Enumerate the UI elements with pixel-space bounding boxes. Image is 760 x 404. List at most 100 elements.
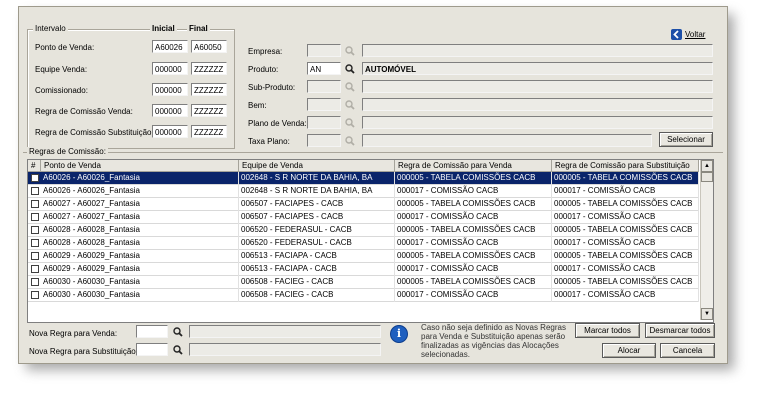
taxa-plano-search-icon[interactable] xyxy=(345,136,355,146)
cell-equipe-venda: 002648 - S R NORTE DA BAHIA, BA xyxy=(239,185,395,198)
bem-desc-field xyxy=(362,98,713,111)
col-inicial-header: Inicial xyxy=(150,24,177,34)
nova-regra-subst-search-icon[interactable] xyxy=(173,345,183,355)
comissionado-final[interactable]: ZZZZZZ xyxy=(191,83,227,96)
row-checkbox[interactable] xyxy=(31,200,39,208)
col-header-regra-subst[interactable]: Regra de Comissão para Substituição xyxy=(552,160,699,172)
nova-regra-subst-code[interactable] xyxy=(136,343,168,356)
nova-regra-venda-search-icon[interactable] xyxy=(173,327,183,337)
col-header-regra-venda[interactable]: Regra de Comissão para Venda xyxy=(395,160,552,172)
regra-subst-inicial[interactable]: 000000 xyxy=(152,125,188,138)
nova-regra-venda-code[interactable] xyxy=(136,325,168,338)
table-row[interactable]: A60030 - A60030_Fantasia 006508 - FACIEG… xyxy=(28,289,699,302)
plano-venda-search-icon[interactable] xyxy=(345,118,355,128)
marcar-todos-button[interactable]: Marcar todos xyxy=(575,323,640,338)
row-checkbox[interactable] xyxy=(31,174,39,182)
cell-regra-subst: 000017 - COMISSÃO CACB xyxy=(552,211,699,224)
ponto-venda-inicial[interactable]: A60026 xyxy=(152,40,188,53)
back-arrow-icon[interactable] xyxy=(671,29,682,40)
table-row[interactable]: A60029 - A60029_Fantasia 006513 - FACIAP… xyxy=(28,263,699,276)
alocar-button[interactable]: Alocar xyxy=(602,343,656,358)
voltar-link[interactable]: Voltar xyxy=(685,30,705,40)
scroll-down-icon[interactable]: ▼ xyxy=(701,308,713,320)
col-final-header: Final xyxy=(187,24,210,34)
cell-equipe-venda: 006520 - FEDERASUL - CACB xyxy=(239,237,395,250)
cell-equipe-venda: 006508 - FACIEG - CACB xyxy=(239,276,395,289)
col-header-hash: # xyxy=(28,160,41,172)
cell-equipe-venda: 006507 - FACIAPES - CACB xyxy=(239,198,395,211)
regras-title: Regras de Comissão: xyxy=(27,147,108,157)
subproduto-label: Sub-Produto: xyxy=(248,83,296,92)
ponto-venda-final[interactable]: A60050 xyxy=(191,40,227,53)
row-checkbox[interactable] xyxy=(31,226,39,234)
bem-code-field[interactable] xyxy=(307,98,341,111)
cell-equipe-venda: 006508 - FACIEG - CACB xyxy=(239,289,395,302)
empresa-search-icon[interactable] xyxy=(345,46,355,56)
regras-grid: # Ponto de Venda Equipe de Venda Regra d… xyxy=(27,159,714,323)
cell-regra-subst: 000005 - TABELA COMISSÕES CACB xyxy=(552,198,699,211)
table-row[interactable]: A60026 - A60026_Fantasia 002648 - S R NO… xyxy=(28,172,699,185)
produto-search-icon[interactable] xyxy=(345,64,355,74)
col-header-equipe-venda[interactable]: Equipe de Venda xyxy=(239,160,395,172)
regra-venda-inicial[interactable]: 000000 xyxy=(152,104,188,117)
nova-regra-venda-desc xyxy=(189,325,381,338)
cell-regra-venda: 000017 - COMISSÃO CACB xyxy=(395,289,552,302)
cell-regra-venda: 000017 - COMISSÃO CACB xyxy=(395,263,552,276)
table-row[interactable]: A60026 - A60026_Fantasia 002648 - S R NO… xyxy=(28,185,699,198)
selecionar-button[interactable]: Selecionar xyxy=(659,132,713,147)
cell-regra-subst: 000005 - TABELA COMISSÕES CACB xyxy=(552,276,699,289)
empresa-desc-field xyxy=(362,44,713,57)
produto-code-field[interactable]: AN xyxy=(307,62,341,75)
cancela-button[interactable]: Cancela xyxy=(660,343,715,358)
cell-regra-venda: 000005 - TABELA COMISSÕES CACB xyxy=(395,250,552,263)
regra-venda-label: Regra de Comissão Venda: xyxy=(35,107,133,116)
scroll-up-icon[interactable]: ▲ xyxy=(701,160,713,172)
row-checkbox[interactable] xyxy=(31,213,39,221)
equipe-venda-label: Equipe Venda: xyxy=(35,65,88,74)
empresa-code-field[interactable] xyxy=(307,44,341,57)
desmarcar-todos-button[interactable]: Desmarcar todos xyxy=(645,323,715,338)
table-row[interactable]: A60028 - A60028_Fantasia 006520 - FEDERA… xyxy=(28,237,699,250)
cell-ponto-venda: A60029 - A60029_Fantasia xyxy=(41,263,239,276)
cell-regra-subst: 000017 - COMISSÃO CACB xyxy=(552,263,699,276)
dialog-window: Voltar Intervalo Inicial Final Ponto de … xyxy=(18,6,728,364)
plano-venda-code-field[interactable] xyxy=(307,116,341,129)
cell-ponto-venda: A60026 - A60026_Fantasia xyxy=(41,172,239,185)
cell-ponto-venda: A60030 - A60030_Fantasia xyxy=(41,276,239,289)
cell-regra-venda: 000017 - COMISSÃO CACB xyxy=(395,185,552,198)
table-row[interactable]: A60029 - A60029_Fantasia 006513 - FACIAP… xyxy=(28,250,699,263)
taxa-plano-code-field[interactable] xyxy=(307,134,341,147)
cell-regra-subst: 000017 - COMISSÃO CACB xyxy=(552,289,699,302)
bem-search-icon[interactable] xyxy=(345,100,355,110)
grid-scrollbar[interactable]: ▲ ▼ xyxy=(700,160,713,320)
cell-ponto-venda: A60027 - A60027_Fantasia xyxy=(41,198,239,211)
row-checkbox[interactable] xyxy=(31,252,39,260)
row-checkbox[interactable] xyxy=(31,187,39,195)
table-row[interactable]: A60030 - A60030_Fantasia 006508 - FACIEG… xyxy=(28,276,699,289)
equipe-venda-inicial[interactable]: 000000 xyxy=(152,62,188,75)
regra-subst-final[interactable]: ZZZZZZ xyxy=(191,125,227,138)
subproduto-code-field[interactable] xyxy=(307,80,341,93)
comissionado-inicial[interactable]: 000000 xyxy=(152,83,188,96)
subproduto-search-icon[interactable] xyxy=(345,82,355,92)
row-checkbox[interactable] xyxy=(31,265,39,273)
regra-venda-final[interactable]: ZZZZZZ xyxy=(191,104,227,117)
cell-regra-subst: 000017 - COMISSÃO CACB xyxy=(552,185,699,198)
nova-regra-subst-label: Nova Regra para Substituição: xyxy=(29,347,138,356)
cell-equipe-venda: 006507 - FACIAPES - CACB xyxy=(239,211,395,224)
cell-regra-venda: 000017 - COMISSÃO CACB xyxy=(395,237,552,250)
cell-ponto-venda: A60027 - A60027_Fantasia xyxy=(41,211,239,224)
cell-ponto-venda: A60029 - A60029_Fantasia xyxy=(41,250,239,263)
taxa-plano-desc-field xyxy=(362,134,652,147)
row-checkbox[interactable] xyxy=(31,278,39,286)
col-header-ponto-venda[interactable]: Ponto de Venda xyxy=(41,160,239,172)
row-checkbox[interactable] xyxy=(31,239,39,247)
table-row[interactable]: A60027 - A60027_Fantasia 006507 - FACIAP… xyxy=(28,198,699,211)
taxa-plano-label: Taxa Plano: xyxy=(248,137,290,146)
scroll-thumb[interactable] xyxy=(701,172,713,182)
table-row[interactable]: A60028 - A60028_Fantasia 006520 - FEDERA… xyxy=(28,224,699,237)
table-row[interactable]: A60027 - A60027_Fantasia 006507 - FACIAP… xyxy=(28,211,699,224)
cell-ponto-venda: A60028 - A60028_Fantasia xyxy=(41,237,239,250)
equipe-venda-final[interactable]: ZZZZZZ xyxy=(191,62,227,75)
row-checkbox[interactable] xyxy=(31,291,39,299)
